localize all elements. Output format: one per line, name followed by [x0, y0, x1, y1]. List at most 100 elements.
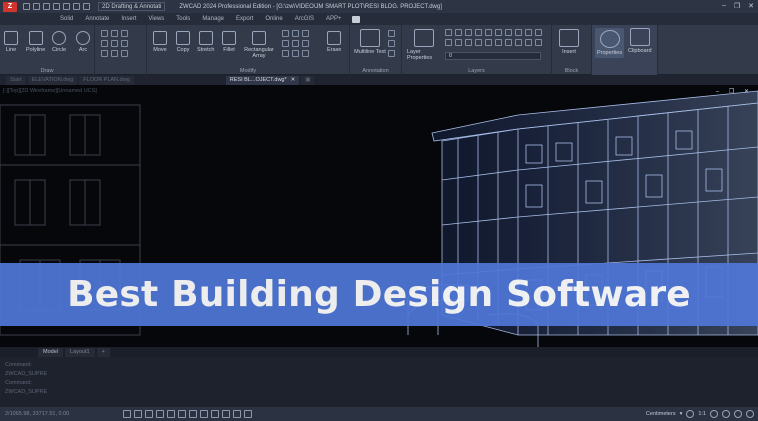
circle-button[interactable]: Circle — [52, 31, 66, 53]
grid-icon[interactable] — [134, 410, 142, 418]
tab-model[interactable]: Model — [38, 347, 63, 357]
ortho-icon[interactable] — [145, 410, 153, 418]
new-tab-icon[interactable]: ▣ — [301, 75, 315, 85]
ellipse-icon[interactable] — [121, 30, 128, 37]
save-as-icon[interactable] — [53, 3, 60, 10]
polar-icon[interactable] — [156, 410, 164, 418]
offset-icon[interactable] — [302, 40, 309, 47]
redo-icon[interactable] — [83, 3, 90, 10]
scale-icon[interactable] — [302, 30, 309, 37]
dyn-input-icon[interactable] — [189, 410, 197, 418]
tab-manage[interactable]: Manage — [196, 13, 230, 25]
hatch-icon[interactable] — [111, 30, 118, 37]
tab-online[interactable]: Online — [259, 13, 288, 25]
layer-tool-17-icon[interactable] — [505, 39, 512, 46]
polyline-button[interactable]: Polyline — [26, 31, 45, 53]
annotation-scale[interactable]: 1:1 — [698, 411, 706, 417]
break-icon[interactable] — [292, 50, 299, 57]
layer-tool-13-icon[interactable] — [465, 39, 472, 46]
tab-app-plus[interactable]: APP+ — [320, 13, 348, 25]
doc-tab-elevation[interactable]: ELEVATION.dwg — [27, 75, 78, 85]
lock-icon[interactable] — [722, 410, 730, 418]
tab-insert[interactable]: Insert — [115, 13, 142, 25]
snap-icon[interactable] — [123, 410, 131, 418]
doc-tab-start[interactable]: Start — [6, 75, 26, 85]
close-button[interactable]: ✕ — [748, 2, 754, 10]
xline-icon[interactable] — [121, 50, 128, 57]
dimension-icon[interactable] — [388, 30, 395, 37]
layer-properties-button[interactable]: Layer Properties — [407, 29, 441, 61]
layer-tool-18-icon[interactable] — [515, 39, 522, 46]
leader-icon[interactable] — [388, 40, 395, 47]
lineweight-icon[interactable] — [200, 410, 208, 418]
workspace-icon[interactable] — [710, 410, 718, 418]
tab-solid[interactable]: Solid — [54, 13, 79, 25]
transparency-icon[interactable] — [211, 410, 219, 418]
layer-tool-8-icon[interactable] — [515, 29, 522, 36]
annotation-scale-icon[interactable] — [686, 410, 695, 418]
donut-icon[interactable] — [111, 50, 118, 57]
layer-tool-3-icon[interactable] — [465, 29, 472, 36]
region-icon[interactable] — [121, 40, 128, 47]
annotation-monitor-icon[interactable] — [244, 410, 252, 418]
doc-tab-floor-plan[interactable]: FLOOR PLAN.dwg — [79, 75, 134, 85]
rotate-icon[interactable] — [282, 30, 289, 37]
layer-tool-12-icon[interactable] — [455, 39, 462, 46]
properties-button[interactable]: Properties — [595, 28, 625, 58]
trim-icon[interactable] — [282, 40, 289, 47]
stretch-button[interactable]: Stretch — [197, 31, 214, 53]
join-icon[interactable] — [302, 50, 309, 57]
close-tab-icon[interactable]: ✕ — [291, 77, 296, 83]
extend-icon[interactable] — [292, 40, 299, 47]
workspace-select[interactable]: 2D Drafting & Annotati — [98, 2, 166, 11]
ribbon-minimize-icon[interactable] — [351, 15, 360, 23]
multiline-text-button[interactable]: Multiline Text — [353, 29, 387, 55]
move-button[interactable]: Move — [153, 31, 167, 53]
table-icon[interactable] — [388, 50, 395, 57]
gear-icon[interactable] — [734, 410, 742, 418]
layer-tool-9-icon[interactable] — [525, 29, 532, 36]
layer-tool-11-icon[interactable] — [445, 39, 452, 46]
explode-icon[interactable] — [282, 50, 289, 57]
tab-arcgis[interactable]: ArcGIS — [289, 13, 320, 25]
polygon-icon[interactable] — [101, 50, 108, 57]
layer-tool-6-icon[interactable] — [495, 29, 502, 36]
doc-tab-resi-project[interactable]: RESI BL...OJECT.dwg* ✕ — [225, 75, 300, 85]
layer-tool-7-icon[interactable] — [505, 29, 512, 36]
tab-layout1[interactable]: Layout1 — [64, 347, 95, 357]
chevron-down-icon[interactable]: ▾ — [680, 411, 683, 417]
model-space-icon[interactable] — [233, 410, 241, 418]
otrack-icon[interactable] — [178, 410, 186, 418]
undo-icon[interactable] — [73, 3, 80, 10]
layer-tool-19-icon[interactable] — [525, 39, 532, 46]
tab-tools[interactable]: Tools — [170, 13, 196, 25]
osnap-icon[interactable] — [167, 410, 175, 418]
clipboard-button[interactable]: Clipboard — [628, 28, 652, 54]
line-button[interactable]: Line — [4, 31, 18, 53]
layer-tool-4-icon[interactable] — [475, 29, 482, 36]
layer-tool-16-icon[interactable] — [495, 39, 502, 46]
drawing-area[interactable]: [-][Top][2D Wireframe][Unnamed UCS] – ❐ … — [0, 85, 758, 347]
layer-tool-14-icon[interactable] — [475, 39, 482, 46]
layer-select[interactable]: 0 — [445, 52, 541, 60]
print-icon[interactable] — [63, 3, 70, 10]
layer-tool-15-icon[interactable] — [485, 39, 492, 46]
viewport-label[interactable]: [-][Top][2D Wireframe][Unnamed UCS] — [3, 88, 97, 94]
tab-annotate[interactable]: Annotate — [79, 13, 115, 25]
layer-tool-2-icon[interactable] — [455, 29, 462, 36]
minimize-button[interactable]: – — [722, 2, 726, 10]
rectangle-icon[interactable] — [101, 30, 108, 37]
restore-button[interactable]: ❐ — [734, 2, 740, 10]
layer-tool-20-icon[interactable] — [535, 39, 542, 46]
rectangular-array-button[interactable]: Rectangular Array — [242, 31, 276, 59]
fillet-button[interactable]: Fillet — [222, 31, 236, 53]
erase-button[interactable]: Erase — [327, 31, 341, 53]
add-layout-icon[interactable]: + — [96, 347, 110, 357]
arc-button[interactable]: Arc — [76, 31, 90, 53]
tab-export[interactable]: Export — [230, 13, 259, 25]
units-select[interactable]: Centimeters — [646, 411, 676, 417]
open-file-icon[interactable] — [33, 3, 40, 10]
spline-icon[interactable] — [111, 40, 118, 47]
copy-button[interactable]: Copy — [176, 31, 190, 53]
layer-tool-10-icon[interactable] — [535, 29, 542, 36]
